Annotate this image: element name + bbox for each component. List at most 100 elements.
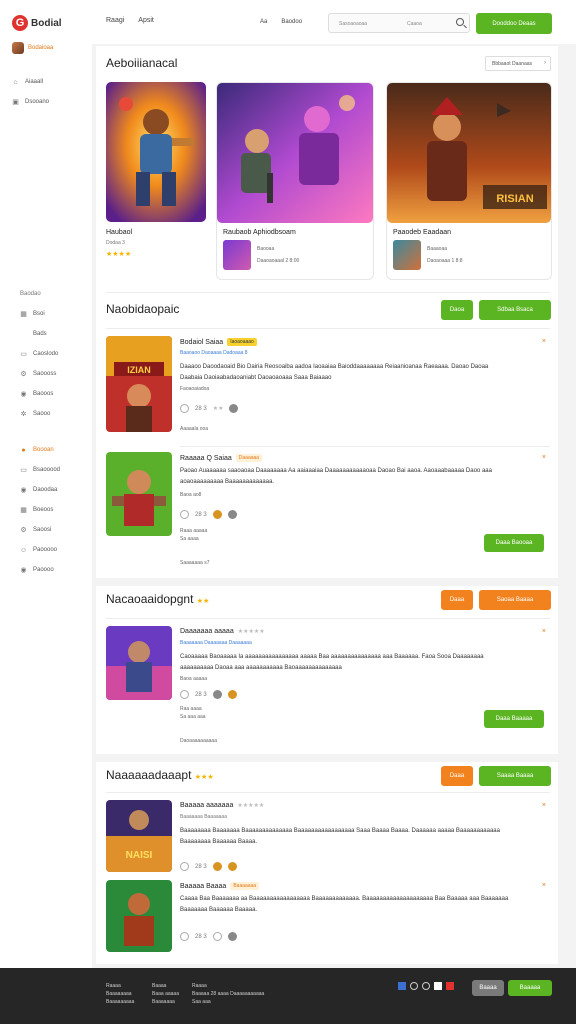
circle-icon: ◉ — [20, 390, 27, 398]
star-icon: ✲ — [20, 410, 27, 418]
section-actions: Daaa Saoaa Baaaa — [441, 590, 551, 610]
sidebar-item-1[interactable]: ▦ Bsoi — [20, 304, 90, 324]
sidebar-item-4[interactable]: ⚙ Saoooss — [20, 364, 90, 384]
game-thumbnail — [106, 452, 172, 536]
featured-card[interactable]: Raubaob Aphiodbsoam Baooaa Daaoaoaaal 2 … — [216, 82, 374, 280]
top-nav-link[interactable]: Raagi — [106, 17, 124, 24]
row-extra-2: Sa aaaa — [180, 536, 199, 542]
gear-icon: ⚙ — [20, 370, 27, 378]
sidebar-item-5[interactable]: ◉ Baooos — [20, 384, 90, 404]
sidebar-item-b4[interactable]: ▦ Boeoos — [20, 500, 90, 520]
featured-card-author: Baooaa Daaoaoaaal 2 8:00 — [223, 240, 367, 270]
sidebar-item-home[interactable]: ⌂ Aiaaall — [12, 72, 92, 92]
youtube-icon[interactable] — [446, 982, 454, 990]
sidebar-item-label: Aiaaall — [25, 79, 44, 85]
close-icon[interactable]: × — [542, 628, 546, 635]
row-description: Baaaaaaaa Baaaaaaa Baaaaaaaaaaaaaa Baaaa… — [180, 828, 500, 845]
search-icon[interactable] — [456, 18, 464, 26]
section-secondary-button[interactable]: Daaa — [441, 766, 473, 786]
share-icon[interactable] — [229, 404, 239, 413]
footer-link[interactable]: Raaaa — [192, 982, 264, 990]
section-title: Naaaaaadaaapt ★★★ — [106, 768, 214, 782]
like-icon[interactable] — [180, 932, 189, 941]
row-description: Paoao Auaaaaaa saaoaoaa Daaaaaaaa Aa aai… — [180, 468, 492, 485]
share-icon[interactable] — [227, 510, 237, 519]
section-primary-button[interactable]: Saaaa Baaaa — [479, 766, 551, 786]
row-title: Daaaaaaa aaaaa ★★★★★ — [180, 628, 265, 635]
close-icon[interactable]: × — [542, 338, 546, 345]
sidebar-item-2[interactable]: Bads — [20, 324, 90, 344]
mail-icon[interactable] — [434, 982, 442, 990]
close-icon[interactable]: × — [542, 454, 546, 461]
svg-text:RISIAN: RISIAN — [496, 193, 533, 205]
row-extra: Aaaaala ooa — [180, 426, 209, 432]
footer-col-1: Raaaa Baaaaaaaa Baaaaaaaaa — [106, 982, 134, 1006]
footer-link[interactable]: Baaaaa 28 aaaa Daaaaaaaaaaa — [192, 990, 264, 998]
sidebar-item-6[interactable]: ✲ Saooo — [20, 404, 90, 424]
sidebar-item-label: Bsoi — [33, 311, 45, 317]
section-secondary-button[interactable]: Daoa — [441, 300, 473, 320]
share-icon[interactable] — [227, 932, 237, 941]
list-item[interactable]: Raaaaa Q Saiaa Daaaaaa Paoao Auaaaaaa sa… — [106, 452, 552, 572]
sidebar-item-notifications[interactable]: ▣ Dsooano — [12, 92, 92, 112]
footer-link[interactable]: Baaaaaaa — [152, 998, 179, 1006]
sidebar-item-b2[interactable]: ▭ Bsaooood — [20, 460, 90, 480]
like-icon[interactable] — [180, 862, 189, 871]
featured-title: Aeboiiianacal — [106, 56, 178, 70]
featured-card[interactable]: Haubaol Dodaa 3 ★★★★ — [106, 82, 206, 280]
sidebar-item-label: Dsooano — [25, 99, 50, 105]
footer-link[interactable]: Baaa aaaaa — [152, 990, 179, 998]
sidebar-item-b5[interactable]: ⚙ Saoosi — [20, 520, 90, 540]
sidebar-item-active[interactable]: ● Boooan — [20, 440, 90, 460]
like-icon[interactable] — [180, 690, 189, 699]
sidebar-item-label: Daoodaa — [33, 487, 58, 493]
facebook-icon[interactable] — [398, 982, 406, 990]
footer-link[interactable]: Baaaaaaaaa — [106, 998, 134, 1006]
row-info: Baoa ao8 — [180, 492, 202, 498]
row-cta-button[interactable]: Daaa Baaaaa — [484, 710, 544, 728]
stat-counts: 28 3 — [195, 511, 207, 518]
globe-icon[interactable] — [410, 982, 418, 990]
close-icon[interactable]: × — [542, 882, 546, 889]
top-nav-link[interactable]: Aa — [260, 19, 267, 25]
footer-secondary-button[interactable]: Baaaa — [472, 980, 504, 996]
like-icon[interactable] — [180, 404, 189, 413]
list-item[interactable]: IZIAN Bodaiol Saiaa Iaoaoaaao Baaoaoo Da… — [106, 336, 552, 436]
top-nav-link[interactable]: Apsit — [138, 17, 154, 24]
comment-icon[interactable] — [212, 932, 222, 941]
author-thumbnail — [223, 240, 251, 270]
section-primary-button[interactable]: Saoaa Baaaa — [479, 590, 551, 610]
footer-link[interactable]: Saa aaa — [192, 998, 264, 1006]
status-badge: Daaaaaa — [235, 454, 263, 462]
row-description: Caaaa Baa Baaaaaaa aa Baaaaaaaaaaaaaaaaa… — [180, 896, 509, 913]
list-item[interactable]: Baaaaa Baaaa Baaaaaaa Caaaa Baa Baaaaaaa… — [106, 880, 552, 956]
footer-primary-button[interactable]: Baaaaa — [508, 980, 552, 996]
footer-col-2: Baaaa Baaa aaaaa Baaaaaaa — [152, 982, 179, 1006]
divider — [106, 618, 550, 619]
sidebar-profile[interactable]: Bodaioaa — [12, 42, 92, 54]
section-secondary-button[interactable]: Daaa — [441, 590, 473, 610]
featured-card[interactable]: RISIAN Paaodeb Eaadaan Baaaoaa Daoaoaaa … — [386, 82, 552, 280]
share-icon[interactable] — [212, 690, 222, 699]
footer-link[interactable]: Raaaa — [106, 982, 134, 990]
footer-link[interactable]: Baaaaaaaa — [106, 990, 134, 998]
stat-counts: 28 3 — [195, 405, 207, 412]
top-cta-button[interactable]: Dooddoo Deaas — [476, 13, 552, 34]
sidebar-item-b3[interactable]: ◉ Daoodaa — [20, 480, 90, 500]
footer-link[interactable]: Baaaa — [152, 982, 179, 990]
stat-counts: 28 3 — [195, 933, 207, 940]
logo[interactable]: G Bodial — [12, 14, 92, 32]
list-item[interactable]: Daaaaaaa aaaaa ★★★★★ Baaaaaaa Daaaaaaa D… — [106, 626, 552, 746]
sidebar-item-b7[interactable]: ◉ Paoooo — [20, 560, 90, 580]
like-icon[interactable] — [180, 510, 189, 519]
sidebar-item-3[interactable]: ▭ Caoslodo — [20, 344, 90, 364]
close-icon[interactable]: × — [542, 802, 546, 809]
list-item[interactable]: NAISI Baaaaa aaaaaaa ★★★★★ Baaaaaaa Baaa… — [106, 800, 552, 876]
sidebar-item-b6[interactable]: ☺ Paooooo — [20, 540, 90, 560]
top-nav-link[interactable]: Baodoo — [281, 19, 302, 25]
featured-dropdown[interactable]: Bbbaaot Daanaas › — [485, 56, 551, 71]
row-cta-button[interactable]: Daaa Baooaa — [484, 534, 544, 552]
share-icon[interactable] — [422, 982, 430, 990]
search-input[interactable]: Sasoaoaoaa Caaoa — [328, 13, 470, 33]
section-primary-button[interactable]: Sdbaa Bsaca — [479, 300, 551, 320]
